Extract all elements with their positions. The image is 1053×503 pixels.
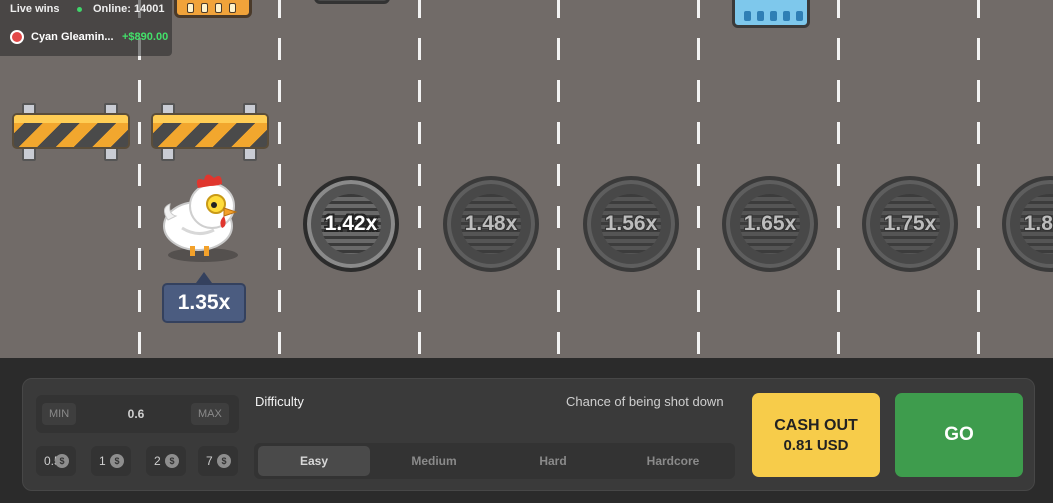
- coin-icon: $: [217, 454, 231, 468]
- road-barrier: [12, 103, 130, 161]
- lane-divider: [977, 0, 980, 358]
- cash-out-label: CASH OUT: [774, 417, 858, 434]
- difficulty-hardcore[interactable]: Hardcore: [617, 446, 729, 476]
- step-multiplier: 1.85x: [1023, 212, 1053, 235]
- manhole-step-4[interactable]: 1.65x: [722, 176, 818, 272]
- current-multiplier: 1.35x: [162, 283, 246, 323]
- game-road: Live wins Online: 14001 Cyan Gleamin... …: [0, 0, 1053, 358]
- difficulty-hard[interactable]: Hard: [497, 446, 609, 476]
- bet-max-button[interactable]: MAX: [191, 403, 229, 425]
- bet-min-button[interactable]: MIN: [42, 403, 77, 425]
- orange-car: [174, 0, 252, 18]
- manhole-step-3[interactable]: 1.56x: [583, 176, 679, 272]
- live-wins-panel: Live wins Online: 14001 Cyan Gleamin... …: [0, 0, 172, 56]
- quick-bet-value: 1: [99, 454, 106, 468]
- difficulty-selector: Easy Medium Hard Hardcore: [254, 443, 735, 479]
- blue-car: [732, 0, 810, 28]
- difficulty-title: Difficulty: [255, 394, 304, 409]
- quick-bet-value: 7: [206, 454, 213, 468]
- winner-avatar: [10, 30, 24, 44]
- lane-divider: [837, 0, 840, 358]
- lane-divider: [557, 0, 560, 358]
- lane-divider: [418, 0, 421, 358]
- chicken-icon: [163, 174, 238, 256]
- lane-divider: [278, 0, 281, 358]
- difficulty-easy[interactable]: Easy: [258, 446, 370, 476]
- gray-car: [314, 0, 390, 4]
- step-multiplier: 1.48x: [464, 212, 518, 235]
- step-multiplier: 1.56x: [604, 212, 658, 235]
- step-multiplier: 1.42x: [324, 212, 378, 235]
- quick-bet-button[interactable]: 2 $: [146, 446, 186, 476]
- cash-out-amount: 0.81 USD: [783, 437, 849, 454]
- quick-bet-button[interactable]: 1 $: [91, 446, 131, 476]
- manhole-step-1[interactable]: 1.42x: [303, 176, 399, 272]
- manhole-step-2[interactable]: 1.48x: [443, 176, 539, 272]
- live-wins-title: Live wins: [10, 3, 60, 15]
- coin-icon: $: [55, 454, 69, 468]
- coin-icon: $: [110, 454, 124, 468]
- cash-out-button[interactable]: CASH OUT 0.81 USD: [752, 393, 880, 477]
- winner-amount: +$890.00: [122, 31, 169, 43]
- lane-divider: [697, 0, 700, 358]
- control-panel: MIN 0.6 MAX 0.5 $ 1 $ 2 $ 7 $ Difficulty…: [22, 378, 1035, 491]
- go-button[interactable]: GO: [895, 393, 1023, 477]
- step-multiplier: 1.65x: [743, 212, 797, 235]
- quick-bet-button[interactable]: 7 $: [198, 446, 238, 476]
- bet-amount-group: MIN 0.6 MAX: [36, 395, 239, 433]
- online-count: Online: 14001: [93, 3, 165, 15]
- quick-bet-value: 2: [154, 454, 161, 468]
- winner-name: Cyan Gleamin...: [31, 31, 114, 43]
- online-indicator-icon: [77, 7, 82, 12]
- road-barrier: [151, 103, 269, 161]
- difficulty-medium[interactable]: Medium: [378, 446, 490, 476]
- multiplier-tag-arrow: [196, 272, 212, 283]
- quick-bet-button[interactable]: 0.5 $: [36, 446, 76, 476]
- bet-amount-input[interactable]: 0.6: [106, 395, 166, 433]
- coin-icon: $: [165, 454, 179, 468]
- step-multiplier: 1.75x: [883, 212, 937, 235]
- manhole-step-5[interactable]: 1.75x: [862, 176, 958, 272]
- chance-label: Chance of being shot down: [566, 394, 724, 409]
- manhole-step-6[interactable]: 1.85x: [1002, 176, 1053, 272]
